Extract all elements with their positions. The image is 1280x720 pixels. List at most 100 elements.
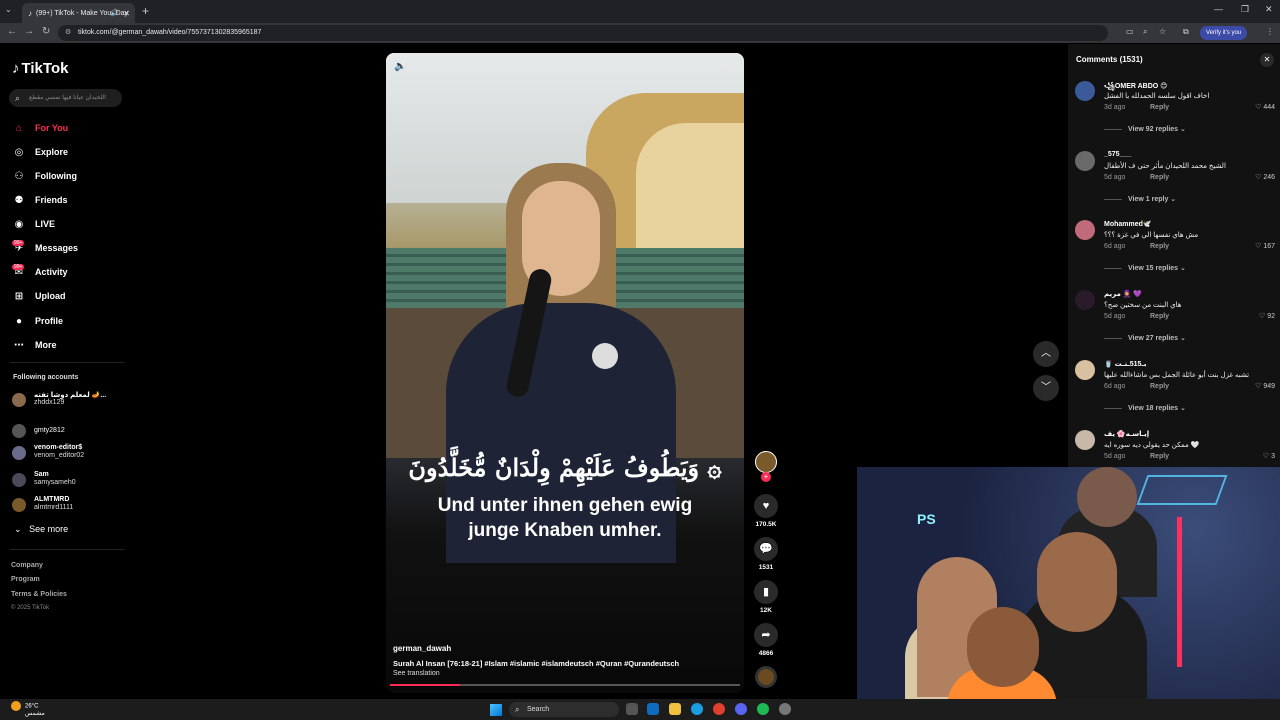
save-button[interactable]: ▮ 12K <box>754 580 778 614</box>
account-name: venom-editor$ <box>34 444 83 451</box>
video-progress-bar[interactable] <box>390 684 740 686</box>
view-replies-button[interactable]: View 27 replies ⌄ <box>1104 334 1186 342</box>
comment-item: إيـاسـه🌸 يف ممكن حد يقولي ديه سوره ايه 🤍… <box>1075 430 1275 466</box>
nav-explore[interactable]: ◎ Explore <box>12 143 68 161</box>
comment-user[interactable]: إيـاسـه🌸 يف <box>1104 430 1149 438</box>
task-view-icon[interactable] <box>626 703 638 715</box>
spotify-icon[interactable] <box>757 703 769 715</box>
view-replies-button[interactable]: View 92 replies ⌄ <box>1104 125 1186 133</box>
weather-widget[interactable]: 26°C مشمس <box>11 701 45 718</box>
minimize-icon[interactable]: — <box>1214 4 1223 14</box>
tab-list-icon[interactable]: ⌄ <box>5 5 12 14</box>
cast-icon[interactable]: ▭ <box>1126 27 1134 36</box>
following-account[interactable]: venom-editor$ venom_editor02 <box>12 442 127 464</box>
comment-like-button[interactable]: ♡ 92 <box>1259 312 1275 320</box>
discord-icon[interactable] <box>735 703 747 715</box>
comment-like-button[interactable]: ♡ 3 <box>1263 452 1275 460</box>
footer-link-program[interactable]: Program <box>11 576 40 583</box>
close-icon[interactable]: ✕ <box>1260 53 1274 67</box>
app-icon[interactable] <box>779 703 791 715</box>
share-button[interactable]: ➦ 4866 <box>754 623 778 657</box>
verify-button[interactable]: Verify it's you <box>1200 26 1248 40</box>
comment-user[interactable]: مريم 🧕 💜 <box>1104 290 1142 298</box>
close-window-icon[interactable]: ✕ <box>1265 4 1273 15</box>
following-account[interactable]: Sam samysameh0 <box>12 469 127 491</box>
back-icon[interactable]: ← <box>7 26 17 37</box>
view-replies-button[interactable]: View 1 reply ⌄ <box>1104 195 1176 203</box>
mute-icon[interactable]: 🔈 <box>394 61 406 72</box>
maximize-icon[interactable]: ❐ <box>1241 4 1249 15</box>
comment-like-button[interactable]: ♡ 949 <box>1255 382 1275 390</box>
comment-user[interactable]: 🥤 بـ515ـنـت <box>1104 360 1146 368</box>
search-input[interactable]: ⌕ اللحيدان عيانا فيها نمسي مقطع <box>9 89 122 107</box>
edge-icon[interactable] <box>691 703 703 715</box>
reply-button[interactable]: Reply <box>1150 313 1169 320</box>
nav-for-you[interactable]: ⌂ For You <box>12 119 68 137</box>
footer-link-company[interactable]: Company <box>11 562 43 569</box>
video-player[interactable]: 🔈 ⋯ وَيَطُوفُ عَلَيْهِمْ وِلْدَانٌ مُّخَ… <box>386 53 744 693</box>
outlook-icon[interactable] <box>647 703 659 715</box>
previous-video-button[interactable]: ︿ <box>1033 341 1059 367</box>
comment-user[interactable]: Mohammed🕊️ <box>1104 220 1152 228</box>
browser-menu-icon[interactable]: ⋮ <box>1266 27 1274 36</box>
webcam-frame <box>1177 517 1182 667</box>
view-replies-button[interactable]: View 18 replies ⌄ <box>1104 404 1186 412</box>
following-account[interactable]: لمعلم دوشا تفته 🪔... zhddx129 <box>12 389 127 411</box>
nav-upload[interactable]: ⊞ Upload <box>12 287 66 305</box>
like-button[interactable]: ♥ 170.5K <box>754 494 778 528</box>
avatar[interactable] <box>1075 220 1095 240</box>
comment-user[interactable]: _575___ <box>1104 151 1131 158</box>
bookmark-star-icon[interactable]: ☆ <box>1159 27 1166 36</box>
creator-avatar[interactable] <box>755 451 777 473</box>
avatar[interactable] <box>1075 290 1095 310</box>
comment-like-button[interactable]: ♡ 167 <box>1255 242 1275 250</box>
site-info-icon[interactable]: ⚙ <box>65 25 71 41</box>
footer-link-terms[interactable]: Terms & Policies <box>11 591 67 598</box>
reply-button[interactable]: Reply <box>1150 453 1169 460</box>
profile-icon: ● <box>15 315 23 327</box>
extensions-icon[interactable]: ⧉ <box>1183 27 1189 37</box>
following-account[interactable]: ALMTMRD almtmrd1111 <box>12 494 127 516</box>
url-field[interactable]: ⚙ tiktok.com/@german_dawah/video/7557371… <box>58 25 1108 41</box>
comment-button[interactable]: 💬 1531 <box>754 537 778 571</box>
follow-plus-icon[interactable]: + <box>761 472 771 482</box>
reply-button[interactable]: Reply <box>1150 243 1169 250</box>
speaker-icon[interactable]: 🔊 <box>110 9 119 17</box>
video-more-icon[interactable]: ⋯ <box>722 61 732 72</box>
avatar[interactable] <box>1075 81 1095 101</box>
new-tab-button[interactable]: + <box>142 4 149 18</box>
reload-icon[interactable]: ↻ <box>42 26 50 37</box>
file-explorer-icon[interactable] <box>669 703 681 715</box>
nav-friends[interactable]: ⚉ Friends <box>12 191 68 209</box>
reply-button[interactable]: Reply <box>1150 104 1169 111</box>
view-replies-button[interactable]: View 15 replies ⌄ <box>1104 264 1186 272</box>
nav-more[interactable]: ⋯ More <box>12 336 57 354</box>
see-translation-link[interactable]: See translation <box>393 670 440 677</box>
tiktok-logo[interactable]: ♪ TikTok <box>12 60 68 77</box>
avatar[interactable] <box>1075 430 1095 450</box>
close-tab-icon[interactable]: ✕ <box>123 9 130 18</box>
nav-profile[interactable]: ● Profile <box>12 312 63 330</box>
comment-like-button[interactable]: ♡ 444 <box>1255 103 1275 111</box>
browser-tab[interactable]: ♪ (99+) TikTok - Make Your Day 🔊 ✕ <box>22 3 135 23</box>
forward-icon[interactable]: → <box>24 26 34 37</box>
following-account[interactable]: gmty2812 <box>12 420 127 442</box>
nav-live[interactable]: ◉ LIVE <box>12 215 55 233</box>
windows-start-icon[interactable] <box>490 704 502 716</box>
nav-following[interactable]: ⚇ Following <box>12 167 77 185</box>
video-author[interactable]: german_dawah <box>393 644 451 653</box>
search-placeholder: اللحيدان عيانا فيها نمسي مقطع <box>29 95 106 101</box>
taskbar-search[interactable]: ⌕ Search <box>509 702 619 717</box>
music-disc-icon[interactable] <box>755 666 777 688</box>
avatar[interactable] <box>1075 360 1095 380</box>
reply-button[interactable]: Reply <box>1150 383 1169 390</box>
german-caption: Und unter ihnen gehen ewig junge Knaben … <box>386 493 744 543</box>
zoom-icon[interactable]: ⌕ <box>1143 27 1147 37</box>
sun-icon <box>11 701 21 711</box>
comment-like-button[interactable]: ♡ 246 <box>1255 173 1275 181</box>
chrome-icon[interactable] <box>713 703 725 715</box>
reply-button[interactable]: Reply <box>1150 174 1169 181</box>
see-more-button[interactable]: ⌄ See more <box>14 524 68 535</box>
avatar[interactable] <box>1075 151 1095 171</box>
next-video-button[interactable]: ﹀ <box>1033 375 1059 401</box>
